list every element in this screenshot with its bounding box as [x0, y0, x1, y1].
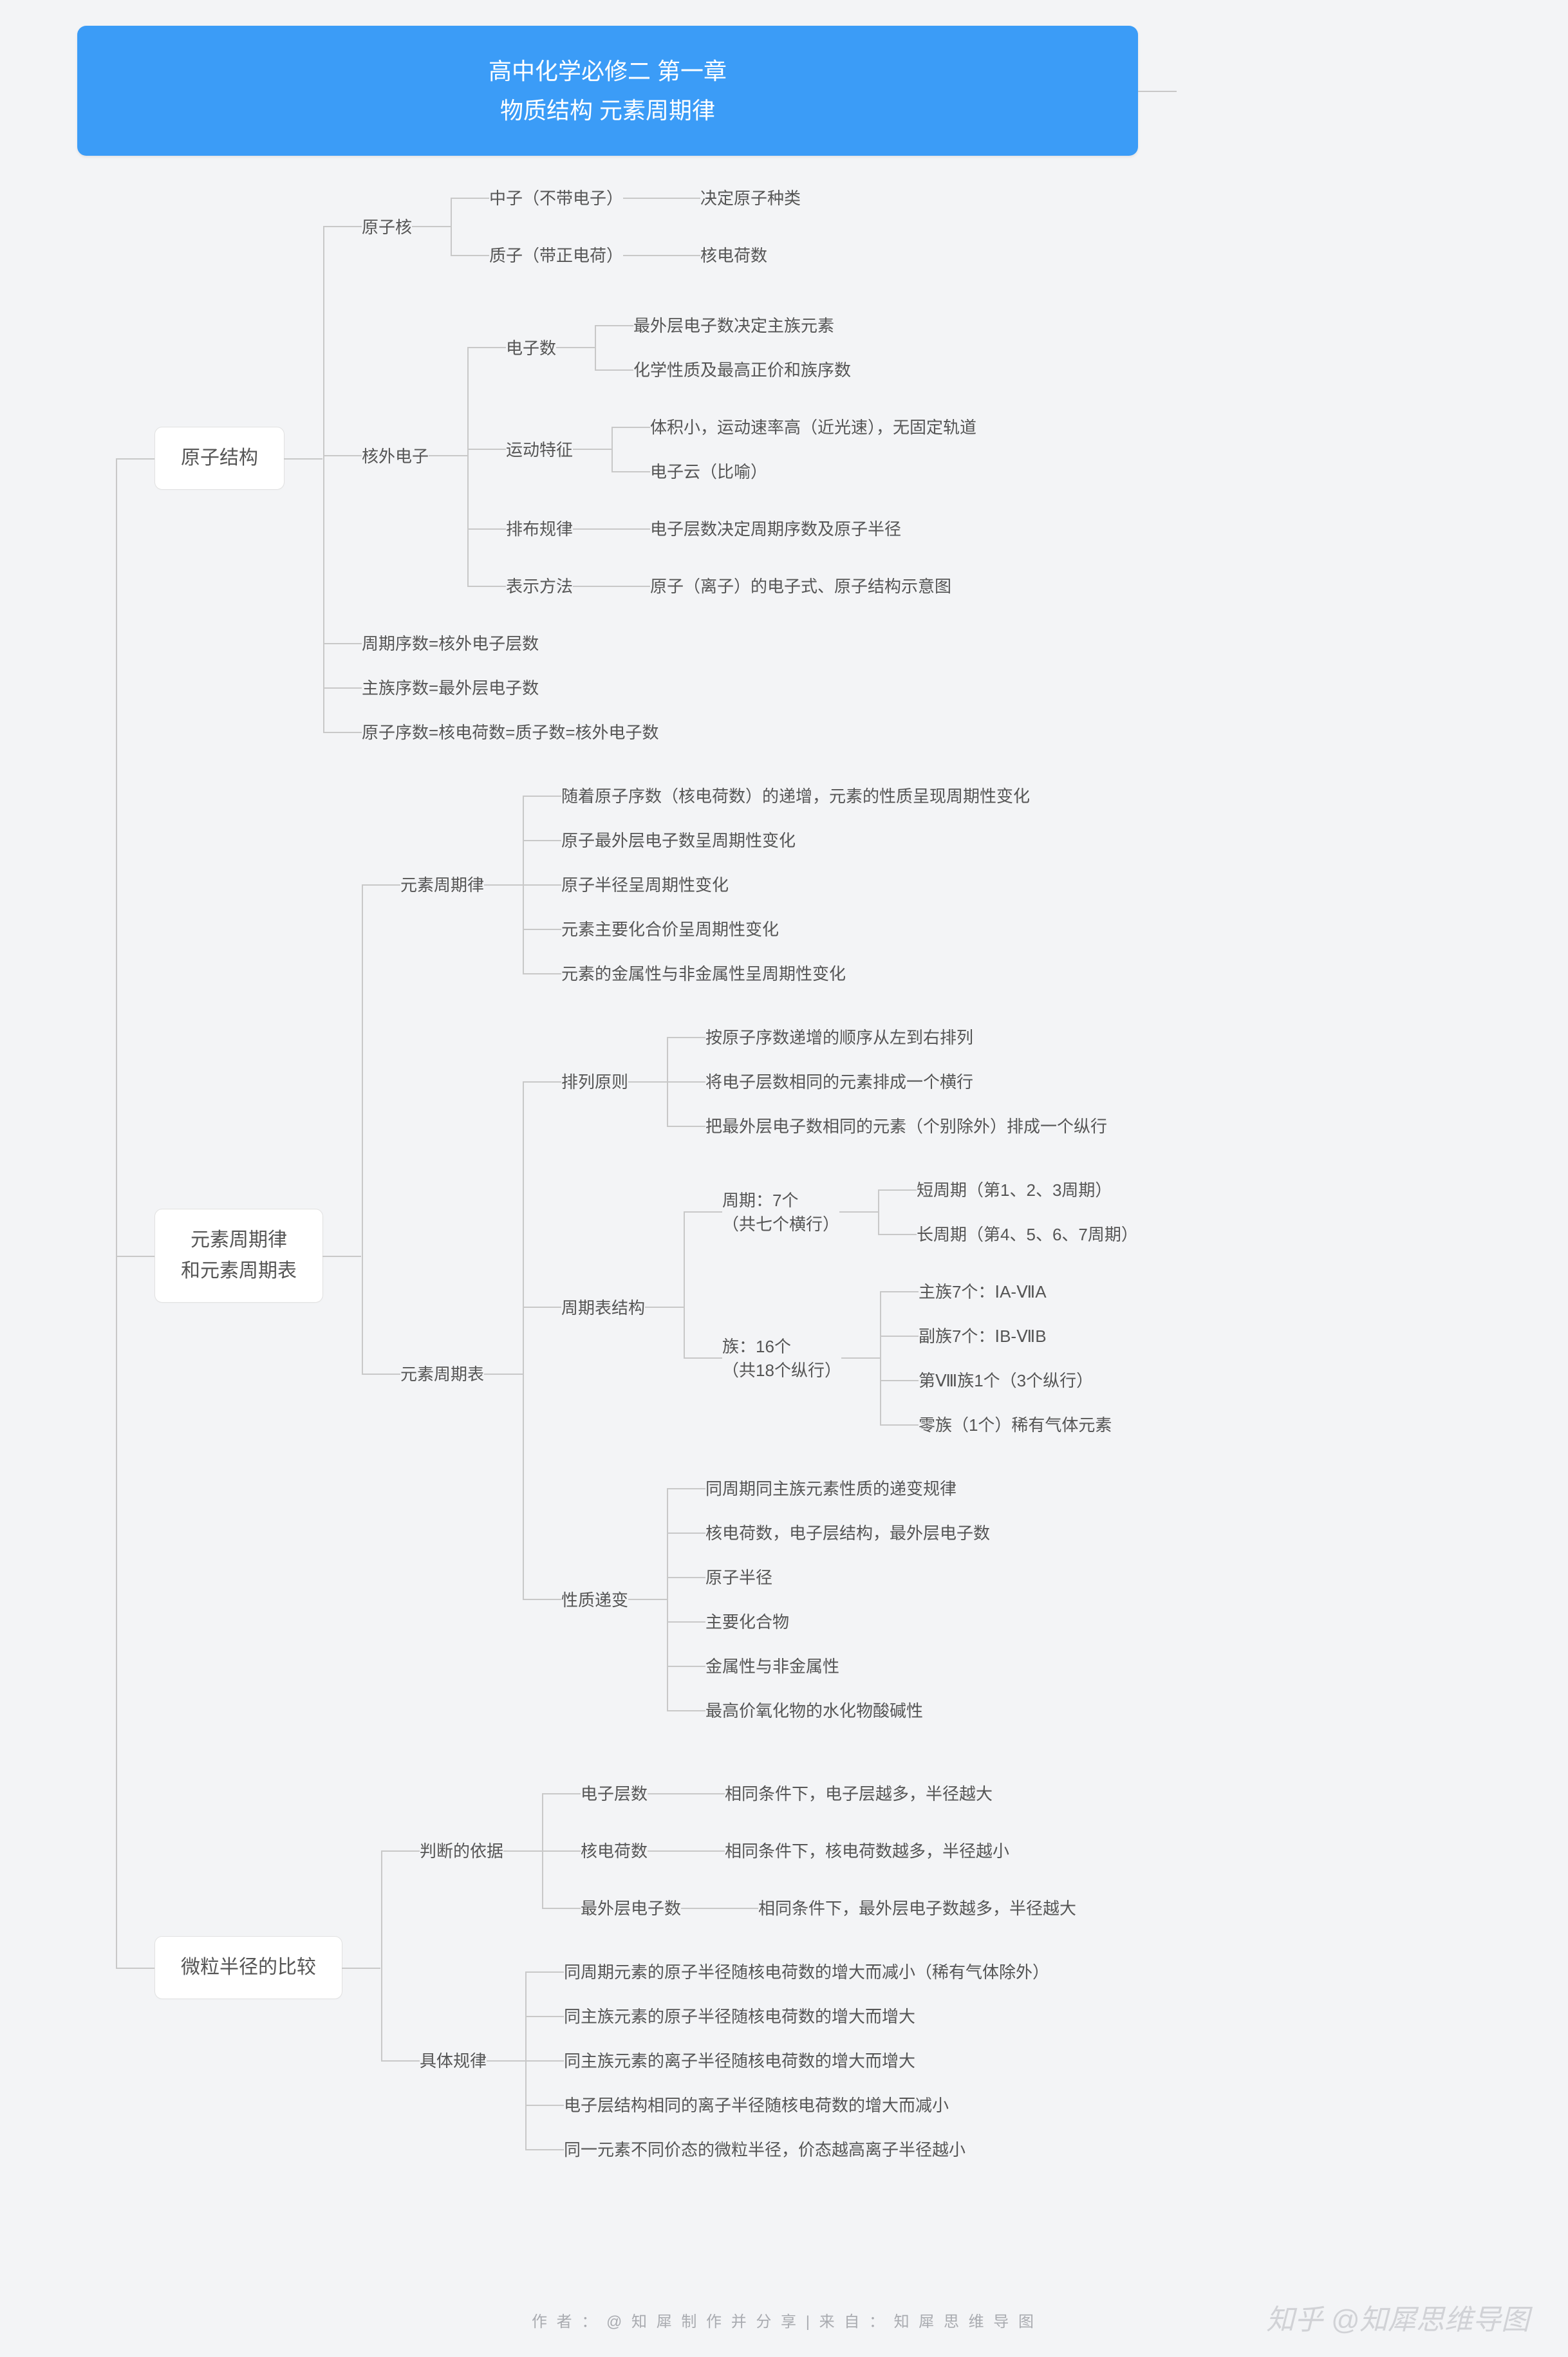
- mindmap-children: 体积小，运动速率高（近光速），无固定轨道电子云（比喻）: [573, 404, 976, 493]
- mindmap-node[interactable]: 最外层电子数: [581, 1892, 681, 1923]
- mindmap-children: 原子结构原子核中子（不带电子）决定原子种类质子（带正电荷）核电荷数核外电子电子数…: [77, 156, 1138, 2184]
- mindmap-node[interactable]: 族：16个（共18个纵行）: [722, 1330, 841, 1385]
- mindmap-node[interactable]: 副族7个：ⅠB-ⅦB: [919, 1319, 1047, 1351]
- mindmap-children: 元素周期律随着原子序数（核电荷数）的递增，元素的性质呈现周期性变化原子最外层电子…: [323, 767, 1138, 1745]
- mindmap-node[interactable]: 第Ⅷ族1个（3个纵行）: [919, 1364, 1093, 1395]
- mindmap-children: 随着原子序数（核电荷数）的递增，元素的性质呈现周期性变化原子最外层电子数呈周期性…: [484, 773, 1030, 995]
- mindmap-node[interactable]: 原子最外层电子数呈周期性变化: [561, 824, 796, 855]
- mindmap-node[interactable]: 同周期同主族元素性质的递变规律: [705, 1472, 957, 1504]
- mindmap-node[interactable]: 同主族元素的原子半径随核电荷数的增大而增大: [564, 2000, 915, 2031]
- mindmap-node[interactable]: 元素周期律和元素周期表: [154, 1209, 323, 1303]
- mindmap-children: 按原子序数递增的顺序从左到右排列将电子层数相同的元素排成一个横行把最外层电子数相…: [628, 1014, 1107, 1148]
- mindmap-node[interactable]: 化学性质及最高正价和族序数: [633, 353, 851, 385]
- mindmap-children: 原子核中子（不带电子）决定原子种类质子（带正电荷）核电荷数核外电子电子数最外层电…: [285, 162, 976, 754]
- mindmap-node[interactable]: 相同条件下，核电荷数越多，半径越小: [725, 1834, 1009, 1866]
- mindmap-node[interactable]: 中子（不带电子）: [489, 182, 623, 213]
- mindmap-children: 短周期（第1、2、3周期） 长周期（第4、5、6、7周期）: [839, 1167, 1138, 1256]
- mindmap-node[interactable]: 表示方法: [506, 570, 573, 601]
- mindmap-node[interactable]: 最外层电子数决定主族元素: [633, 309, 834, 340]
- mindmap-node[interactable]: 核外电子: [362, 440, 429, 471]
- mindmap-node[interactable]: 元素周期表: [400, 1357, 484, 1389]
- mindmap-node[interactable]: 体积小，运动速率高（近光速），无固定轨道: [650, 411, 976, 442]
- mindmap-node[interactable]: 电子层结构相同的离子半径随核电荷数的增大而减小: [564, 2089, 949, 2120]
- mindmap-children: 电子层数决定周期序数及原子半径: [573, 506, 901, 550]
- mindmap-node[interactable]: 质子（带正电荷）: [489, 239, 623, 270]
- mindmap-node[interactable]: 长周期（第4、5、6、7周期）: [917, 1218, 1138, 1249]
- mindmap-children: 电子层数 相同条件下，电子层越多，半径越大核电荷数 相同条件下，核电荷数越多，半径越…: [503, 1764, 1076, 1936]
- mindmap-node[interactable]: 排布规律: [506, 512, 573, 544]
- mindmap-node[interactable]: 原子（离子）的电子式、原子结构示意图: [650, 570, 951, 601]
- mindmap-node[interactable]: 主要化合物: [705, 1605, 789, 1637]
- watermark-text: 知乎 @知犀思维导图: [1266, 2296, 1529, 2338]
- mindmap-children: 主族7个：ⅠA-ⅦA 副族7个：ⅠB-ⅦB 第Ⅷ族1个（3个纵行） 零族（1个）稀有气…: [841, 1269, 1112, 1446]
- mindmap-node[interactable]: 决定原子种类: [700, 182, 801, 213]
- mindmap-children: 最外层电子数决定主族元素化学性质及最高正价和族序数: [556, 303, 851, 391]
- mindmap-children: 决定原子种类: [623, 175, 801, 219]
- mindmap-root-container: 高中化学必修二 第一章物质结构 元素周期律原子结构 原子核 中子（不带电子） 决定原子…: [77, 26, 1529, 2184]
- mindmap-node[interactable]: 原子结构: [154, 427, 285, 490]
- mindmap-node[interactable]: 原子半径呈周期性变化: [561, 868, 729, 900]
- mindmap-node[interactable]: 元素周期律: [400, 868, 484, 900]
- mindmap-node[interactable]: 同主族元素的离子半径随核电荷数的增大而增大: [564, 2044, 915, 2076]
- mindmap-node[interactable]: 原子核: [362, 210, 412, 242]
- mindmap-node[interactable]: 原子序数=核电荷数=质子数=核外电子数: [362, 716, 659, 747]
- mindmap-node[interactable]: 性质递变: [561, 1583, 628, 1615]
- mindmap-node[interactable]: 主族7个：ⅠA-ⅦA: [919, 1275, 1047, 1307]
- mindmap-children: 中子（不带电子） 决定原子种类质子（带正电荷） 核电荷数: [412, 169, 801, 283]
- mindmap-node[interactable]: 零族（1个）稀有气体元素: [919, 1408, 1112, 1440]
- mindmap-node[interactable]: 主族序数=最外层电子数: [362, 671, 539, 703]
- mindmap-children: 周期：7个（共七个横行） 短周期（第1、2、3周期） 长周期（第4、5、6、7周期）…: [645, 1160, 1138, 1453]
- mindmap-node[interactable]: 金属性与非金属性: [705, 1650, 839, 1681]
- mindmap-node[interactable]: 同周期元素的原子半径随核电荷数的增大而减小（稀有气体除外）: [564, 1955, 1049, 1987]
- mindmap-node[interactable]: 元素主要化合价呈周期性变化: [561, 913, 779, 944]
- mindmap-node[interactable]: 将电子层数相同的元素排成一个横行: [705, 1065, 973, 1097]
- mindmap-node[interactable]: 核电荷数: [581, 1834, 648, 1866]
- mindmap-children: 排列原则按原子序数递增的顺序从左到右排列将电子层数相同的元素排成一个横行把最外层…: [484, 1008, 1138, 1738]
- mindmap-node[interactable]: 把最外层电子数相同的元素（个别除外）排成一个纵行: [705, 1110, 1107, 1141]
- mindmap-node[interactable]: 电子层数决定周期序数及原子半径: [650, 512, 901, 544]
- mindmap-children: 电子数最外层电子数决定主族元素化学性质及最高正价和族序数运动特征体积小，运动速率…: [429, 296, 976, 614]
- mindmap-node[interactable]: 微粒半径的比较: [154, 1936, 342, 1999]
- mindmap-children: 相同条件下，最外层电子数越多，半径越大: [681, 1885, 1076, 1930]
- mindmap-node[interactable]: 周期序数=核外电子层数: [362, 627, 539, 658]
- mindmap-children: 相同条件下，核电荷数越多，半径越小: [648, 1828, 1009, 1872]
- mindmap-children: 同周期同主族元素性质的递变规律核电荷数，电子层结构，最外层电子数原子半径主要化合…: [628, 1466, 990, 1732]
- mindmap-node[interactable]: 周期表结构: [561, 1291, 645, 1323]
- mindmap-node[interactable]: 判断的依据: [420, 1834, 503, 1866]
- mindmap-node[interactable]: 元素的金属性与非金属性呈周期性变化: [561, 957, 846, 989]
- mindmap-children: 相同条件下，电子层越多，半径越大: [648, 1771, 993, 1815]
- mindmap-node[interactable]: 按原子序数递增的顺序从左到右排列: [705, 1021, 973, 1052]
- mindmap-node[interactable]: 具体规律: [420, 2044, 487, 2076]
- mindmap-node[interactable]: 周期：7个（共七个横行）: [722, 1184, 839, 1239]
- mindmap-node[interactable]: 最高价氧化物的水化物酸碱性: [705, 1694, 923, 1726]
- mindmap-node[interactable]: 电子云（比喻）: [650, 455, 767, 487]
- mindmap-node[interactable]: 原子半径: [705, 1561, 772, 1592]
- mindmap-node[interactable]: 随着原子序数（核电荷数）的递增，元素的性质呈现周期性变化: [561, 779, 1030, 811]
- mindmap-node[interactable]: 核电荷数，电子层结构，最外层电子数: [705, 1516, 990, 1548]
- mindmap-root-node[interactable]: 高中化学必修二 第一章物质结构 元素周期律: [77, 26, 1138, 156]
- mindmap-node[interactable]: 运动特征: [506, 433, 573, 465]
- mindmap-node[interactable]: 短周期（第1、2、3周期）: [917, 1173, 1112, 1205]
- mindmap-children: 原子（离子）的电子式、原子结构示意图: [573, 563, 951, 608]
- mindmap-children: 核电荷数: [623, 232, 767, 277]
- mindmap-children: 同周期元素的原子半径随核电荷数的增大而减小（稀有气体除外） 同主族元素的原子半径随…: [487, 1949, 1049, 2171]
- mindmap-node[interactable]: 相同条件下，最外层电子数越多，半径越大: [758, 1892, 1076, 1923]
- mindmap-node[interactable]: 同一元素不同价态的微粒半径，价态越高离子半径越小: [564, 2133, 966, 2165]
- mindmap-node[interactable]: 核电荷数: [700, 239, 767, 270]
- mindmap-children: 判断的依据 电子层数 相同条件下，电子层越多，半径越大核电荷数 相同条件下，核电荷数越…: [342, 1758, 1076, 2177]
- mindmap-node[interactable]: 电子层数: [581, 1777, 648, 1809]
- mindmap-node[interactable]: 排列原则: [561, 1065, 628, 1097]
- mindmap-node[interactable]: 电子数: [506, 331, 556, 363]
- mindmap-node[interactable]: 相同条件下，电子层越多，半径越大: [725, 1777, 993, 1809]
